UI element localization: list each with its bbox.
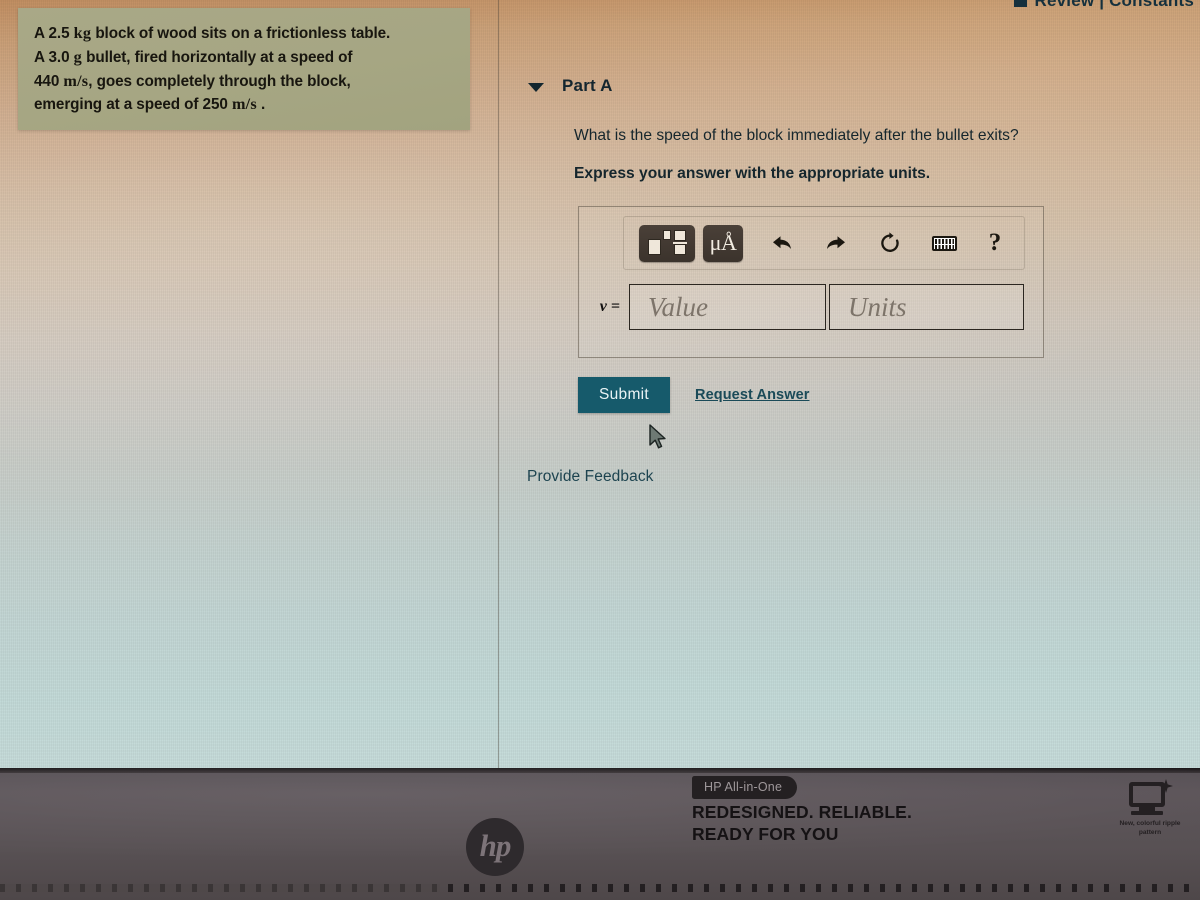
part-a-title: Part A: [562, 76, 613, 95]
value-placeholder: Value: [648, 291, 708, 322]
problem-line1-unit: kg: [73, 24, 92, 42]
ripple-badge-caption: New, colorful ripple pattern: [1119, 820, 1181, 836]
answer-input-row: v = Value Units: [593, 284, 1025, 330]
problem-line2-a: A 3.0: [34, 48, 70, 66]
review-constants-bar[interactable]: Review | Constants: [1014, 0, 1194, 11]
problem-line2-unit: g: [73, 47, 82, 66]
value-input[interactable]: Value: [629, 284, 826, 330]
request-answer-link[interactable]: Request Answer: [695, 387, 809, 403]
review-constants-label: Review | Constants: [1034, 0, 1194, 10]
hp-logo-text: hp: [479, 828, 512, 863]
submit-row: Submit Request Answer: [578, 377, 1168, 413]
keyboard-icon[interactable]: [930, 228, 958, 258]
bezel-sheen: [0, 768, 1200, 900]
part-a-question: What is the speed of the block immediate…: [574, 127, 1019, 144]
problem-line3-value: 440: [34, 72, 60, 90]
problem-line4-a: emerging at a speed of 250: [34, 96, 228, 114]
page-divider: [498, 0, 499, 768]
photo-of-monitor: Review | Constants A 2.5 kg block of woo…: [0, 0, 1200, 900]
square-icon: [1014, 0, 1028, 7]
hp-logo: hp: [466, 818, 524, 876]
monitor-screen: Review | Constants A 2.5 kg block of woo…: [0, 0, 1200, 768]
part-a-header[interactable]: Part A: [528, 76, 1168, 96]
hp-ad-pill: HP All-in-One: [692, 776, 798, 799]
variable-label: v =: [599, 298, 620, 315]
speaker-grill-left-fade: [0, 884, 440, 892]
units-placeholder: Units: [848, 291, 907, 322]
mouse-cursor: [649, 424, 666, 449]
units-input[interactable]: Units: [829, 284, 1024, 330]
problem-statement-box: A 2.5 kg block of wood sits on a frictio…: [18, 8, 470, 130]
units-label: μÅ: [709, 230, 737, 255]
redo-icon[interactable]: [823, 228, 849, 258]
problem-line3-unit: m/s: [63, 71, 89, 90]
answer-toolbar: μÅ ?: [623, 216, 1025, 270]
part-a-panel: Part A What is the speed of the block im…: [528, 0, 1168, 413]
reset-icon[interactable]: [877, 228, 903, 258]
hp-advertisement-sticker: HP All-in-One REDESIGNED. RELIABLE. READ…: [692, 776, 942, 846]
problem-line4-unit: m/s: [231, 95, 257, 114]
help-label: ?: [988, 229, 1002, 256]
caret-down-icon[interactable]: [528, 82, 544, 92]
problem-statement-text: A 2.5 kg block of wood sits on a frictio…: [34, 22, 462, 117]
template-picker-icon[interactable]: [639, 224, 695, 262]
problem-line3-b: , goes completely through the block,: [88, 72, 351, 90]
part-a-instruction: Express your answer with the appropriate…: [574, 165, 931, 182]
hp-ad-line-2: READY FOR YOU: [692, 824, 839, 845]
help-icon[interactable]: ?: [984, 228, 1006, 258]
problem-line1-a: A 2.5: [34, 25, 70, 42]
problem-line4-b: .: [260, 96, 266, 114]
monitor-bezel: [0, 768, 1200, 900]
provide-feedback-link[interactable]: Provide Feedback: [527, 468, 654, 486]
hp-ad-line-1: REDESIGNED. RELIABLE.: [692, 802, 912, 822]
problem-line1-b: block of wood sits on a frictionless tab…: [95, 25, 391, 42]
undo-icon[interactable]: [769, 228, 795, 258]
ripple-pattern-badge: New, colorful ripple pattern: [1108, 779, 1192, 838]
units-micro-angstrom-icon[interactable]: μÅ: [703, 224, 743, 262]
monitor-sparkle-icon: [1127, 779, 1173, 816]
submit-button[interactable]: Submit: [578, 377, 670, 413]
answer-entry-widget: μÅ ? v = Value Units: [578, 206, 1044, 358]
problem-line2-b: bullet, fired horizontally at a speed of: [86, 48, 353, 66]
